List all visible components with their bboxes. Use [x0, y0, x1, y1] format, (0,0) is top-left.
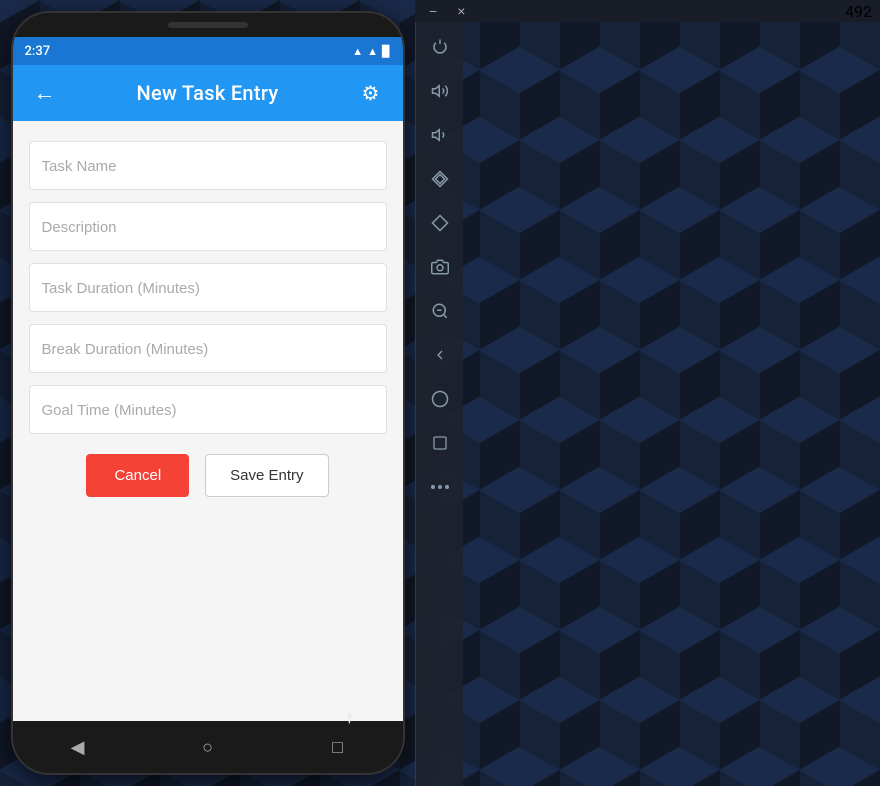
- task-name-field[interactable]: [29, 141, 387, 190]
- status-icons: ▲ ▲ ▉: [352, 45, 390, 58]
- signal-icon: ▲: [367, 45, 378, 58]
- break-duration-field[interactable]: [29, 324, 387, 373]
- button-row: Cancel Save Entry: [29, 446, 387, 505]
- phone-top-bar: [13, 13, 403, 37]
- task-name-input[interactable]: [42, 158, 374, 175]
- app-header: ← New Task Entry ⚙: [13, 65, 403, 121]
- diamond1-icon[interactable]: [416, 158, 463, 200]
- task-duration-field[interactable]: [29, 263, 387, 312]
- back-button[interactable]: ←: [29, 80, 61, 106]
- description-input[interactable]: [42, 219, 374, 236]
- break-duration-input[interactable]: [42, 341, 374, 358]
- phone-nav: ◀ ○ □: [13, 721, 403, 773]
- battery-icon: ▉: [382, 45, 390, 58]
- power-icon[interactable]: [416, 26, 463, 68]
- app-content: Cancel Save Entry: [13, 121, 403, 721]
- camera-icon[interactable]: [416, 246, 463, 288]
- volume-down-icon[interactable]: [416, 114, 463, 156]
- cancel-button[interactable]: Cancel: [86, 454, 189, 497]
- volume-up-icon[interactable]: [416, 70, 463, 112]
- status-bar: 2:37 ▲ ▲ ▉: [13, 37, 403, 65]
- save-entry-button[interactable]: Save Entry: [205, 454, 328, 497]
- minimize-button[interactable]: −: [423, 1, 443, 21]
- phone-wrapper: 2:37 ▲ ▲ ▉ ← New Task Entry ⚙: [0, 0, 415, 786]
- close-button[interactable]: ×: [451, 1, 471, 21]
- window-topbar: − × 492: [415, 0, 880, 22]
- toolbar-items: [416, 0, 463, 508]
- nav-home-button[interactable]: ○: [188, 727, 228, 767]
- window-counter: 492: [845, 2, 872, 21]
- status-time: 2:37: [25, 44, 51, 59]
- settings-button[interactable]: ⚙: [354, 81, 386, 105]
- diamond2-icon[interactable]: [416, 202, 463, 244]
- wifi-icon: ▲: [352, 45, 363, 58]
- goal-time-field[interactable]: [29, 385, 387, 434]
- nav-back-button[interactable]: ◀: [58, 727, 98, 767]
- sidebar-toolbar: [415, 0, 463, 786]
- phone-device: 2:37 ▲ ▲ ▉ ← New Task Entry ⚙: [13, 13, 403, 773]
- recents-square-icon[interactable]: [416, 422, 463, 464]
- more-options-icon[interactable]: [416, 466, 463, 508]
- phone-speaker: [168, 22, 248, 28]
- task-duration-input[interactable]: [42, 280, 374, 297]
- description-field[interactable]: [29, 202, 387, 251]
- zoom-out-icon[interactable]: [416, 290, 463, 332]
- home-circle-icon[interactable]: [416, 378, 463, 420]
- nav-back-icon[interactable]: [416, 334, 463, 376]
- nav-recents-button[interactable]: □: [318, 727, 358, 767]
- goal-time-input[interactable]: [42, 402, 374, 419]
- page-title: New Task Entry: [137, 81, 279, 105]
